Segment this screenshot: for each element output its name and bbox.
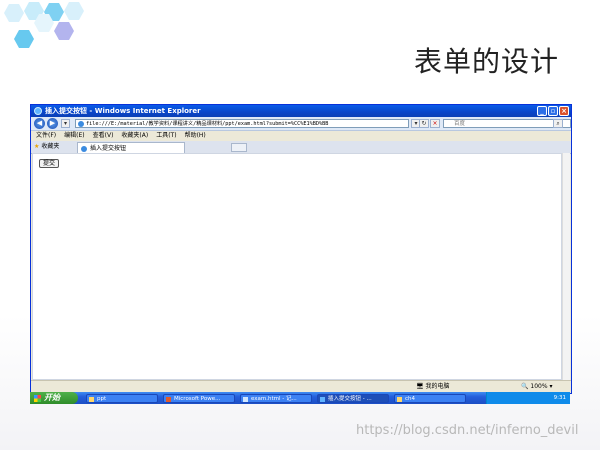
window-titlebar[interactable]: 插入提交按钮 - Windows Internet Explorer _ ▫ × (31, 105, 571, 117)
taskbar-item-powerpoint[interactable]: Microsoft Powe... (163, 393, 235, 403)
forward-icon[interactable]: ▶ (47, 118, 58, 129)
minimize-button[interactable]: _ (537, 106, 547, 116)
url-field[interactable]: file:///E:/material/教学资料/课程讲义/精品课材料/ppt/… (75, 119, 409, 128)
menu-help[interactable]: 帮助(H) (185, 131, 206, 141)
folder-icon (397, 396, 402, 402)
decor-hexagon (64, 2, 84, 20)
notepad-icon (243, 396, 248, 402)
slide: 表单的设计 插入提交按钮 - Windows Internet Explorer… (0, 0, 600, 450)
start-button[interactable]: 开始 (30, 392, 78, 404)
menu-bar: 文件(F) 编辑(E) 查看(V) 收藏夹(A) 工具(T) 帮助(H) (31, 131, 571, 141)
taskbar-item-notepad[interactable]: exam.html - 记... (240, 393, 312, 403)
search-icon[interactable]: ⌕ (553, 119, 563, 128)
maximize-button[interactable]: ▫ (548, 106, 558, 116)
zoom-label: 100% (530, 383, 548, 390)
powerpoint-icon (166, 396, 171, 402)
page-icon (78, 121, 84, 127)
dropdown-icon[interactable]: ▾ (61, 119, 70, 128)
url-text: file:///E:/material/教学资料/课程讲义/精品课材料/ppt/… (86, 121, 329, 127)
close-button[interactable]: × (559, 106, 569, 116)
search-input[interactable]: 百度 (443, 119, 571, 128)
folder-icon (89, 396, 94, 402)
tab-page-icon (81, 146, 87, 152)
start-label: 开始 (44, 393, 60, 402)
taskbar-item-ie[interactable]: 插入提交按钮 - ... (317, 393, 389, 403)
submit-button[interactable]: 提交 (39, 159, 60, 168)
star-icon: ★ (34, 143, 40, 150)
status-zone-label: 我的电脑 (425, 383, 450, 390)
slide-title: 表单的设计 (414, 45, 560, 78)
tab-active[interactable]: 插入提交按钮 (77, 142, 185, 153)
tab-label: 插入提交按钮 (90, 145, 127, 152)
taskbar-item-label: Microsoft Powe... (174, 395, 221, 402)
ie-icon (34, 107, 42, 115)
decor-hexagon (14, 30, 34, 48)
clock[interactable]: 9:31 (554, 395, 566, 401)
taskbar-item-ppt[interactable]: ppt (86, 393, 158, 403)
back-icon[interactable]: ◀ (34, 118, 45, 129)
favorites-button[interactable]: ★ 收藏夹 (34, 143, 59, 151)
taskbar-item-label: ppt (97, 395, 107, 402)
stop-icon[interactable]: × (430, 119, 440, 128)
page-content: 提交 (32, 153, 562, 380)
taskbar: 开始 ppt Microsoft Powe... exam.html - 记..… (30, 392, 570, 404)
window-title: 插入提交按钮 - Windows Internet Explorer (45, 107, 201, 115)
taskbar-item-label: exam.html - 记... (251, 395, 297, 402)
menu-favorites[interactable]: 收藏夹(A) (121, 131, 148, 141)
search-placeholder: 百度 (454, 121, 466, 127)
address-bar: ◀ ▶ ▾ file:///E:/material/教学资料/课程讲义/精品课材… (31, 117, 571, 131)
decor-hexagon (4, 4, 24, 22)
taskbar-item-label: 插入提交按钮 - ... (328, 395, 372, 402)
decor-hexagon (54, 22, 74, 40)
menu-tools[interactable]: 工具(T) (156, 131, 176, 141)
menu-edit[interactable]: 编辑(E) (64, 131, 84, 141)
taskbar-item-label: ch4 (405, 395, 416, 402)
favorites-label: 收藏夹 (41, 143, 60, 150)
windows-logo-icon (34, 395, 41, 402)
system-tray: 9:31 (486, 392, 570, 404)
watermark: https://blog.csdn.net/inferno_devil (356, 423, 579, 438)
browser-window: 插入提交按钮 - Windows Internet Explorer _ ▫ ×… (30, 104, 572, 394)
refresh-icon[interactable]: ↻ (419, 119, 429, 128)
new-tab-button[interactable] (231, 143, 247, 152)
ie-icon (320, 396, 325, 402)
menu-view[interactable]: 查看(V) (93, 131, 114, 141)
taskbar-item-ch4[interactable]: ch4 (394, 393, 466, 403)
menu-file[interactable]: 文件(F) (36, 131, 56, 141)
vertical-scrollbar[interactable] (562, 153, 570, 380)
